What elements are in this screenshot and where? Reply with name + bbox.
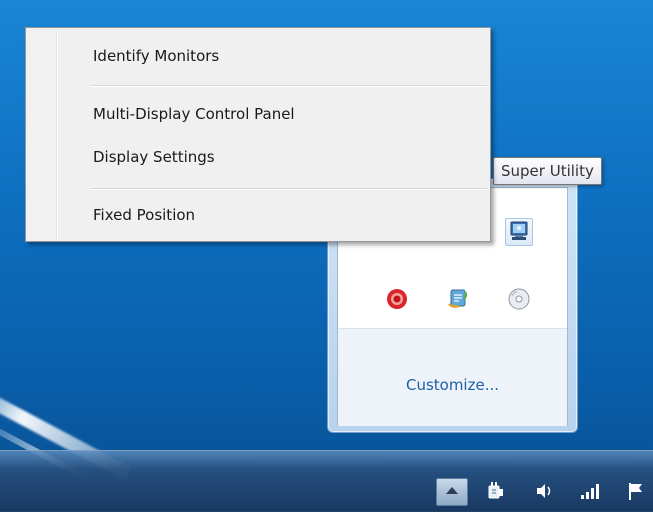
volume-icon[interactable] (533, 480, 555, 502)
tray-icon-tooltip: Super Utility (493, 157, 602, 185)
customize-link[interactable]: Customize... (338, 376, 567, 394)
customize-section: Customize... (338, 328, 567, 426)
action-center-flag-icon[interactable] (625, 480, 647, 502)
chevron-up-icon (446, 487, 458, 494)
monitor-icon (510, 221, 528, 240)
red-record-icon (387, 289, 407, 309)
windows-update-icon (448, 289, 468, 308)
menu-item-fixed-position[interactable]: Fixed Position (29, 200, 487, 230)
menu-separator (90, 188, 487, 190)
super-utility-icon[interactable] (505, 218, 533, 246)
menu-item-display-settings[interactable]: Display Settings (29, 142, 487, 172)
network-signal-icon[interactable] (578, 480, 600, 502)
cd-disc-icon (508, 288, 530, 310)
context-menu: Identify Monitors Multi-Display Control … (25, 27, 491, 242)
taskbar (0, 450, 653, 512)
update-globe-icon[interactable] (445, 286, 471, 312)
menu-separator (90, 85, 487, 87)
disc-drive-icon[interactable] (506, 286, 532, 312)
red-circle-app-icon[interactable] (384, 286, 410, 312)
menu-item-identify-monitors[interactable]: Identify Monitors (29, 41, 487, 71)
show-hidden-icons-button[interactable] (436, 478, 468, 506)
power-plug-icon[interactable] (484, 480, 506, 502)
menu-item-multi-display-control-panel[interactable]: Multi-Display Control Panel (29, 99, 487, 129)
